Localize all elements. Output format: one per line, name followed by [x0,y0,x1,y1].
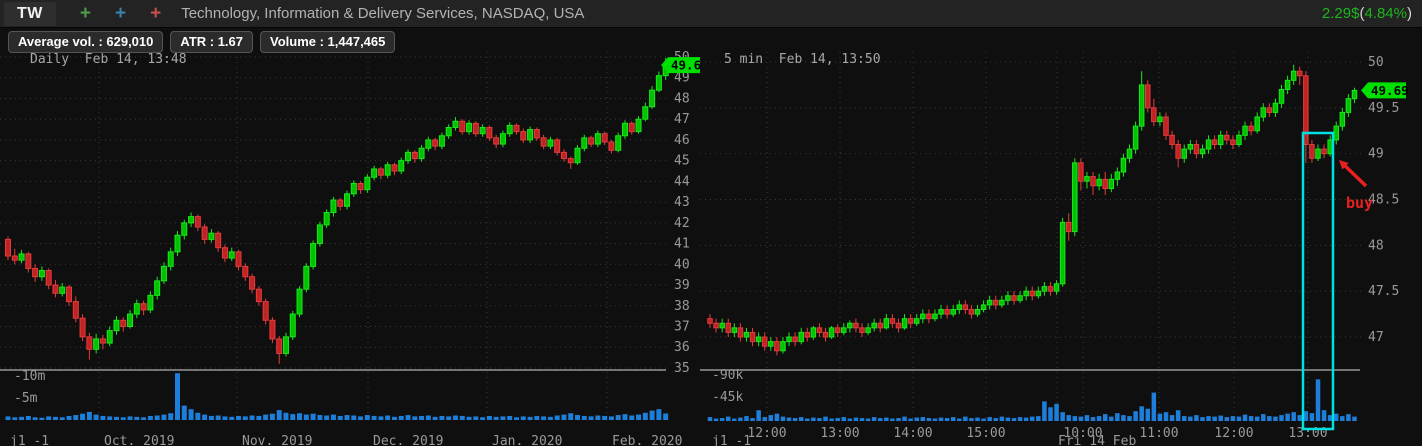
change-amount: 2.29$ [1321,5,1360,22]
svg-text:38: 38 [674,299,690,314]
svg-text:49: 49 [1368,147,1384,162]
svg-text:Oct. 2019: Oct. 2019 [104,434,174,446]
svg-text:-5m: -5m [14,391,38,406]
svg-text:j1 -1: j1 -1 [10,434,49,446]
header-bar: TW + + + Technology, Information & Deliv… [0,0,1422,28]
buy-arrow [1342,163,1368,188]
volume-bars-layer [5,373,669,420]
svg-text:Feb. 2020: Feb. 2020 [612,434,682,446]
svg-text:-90k: -90k [712,368,743,383]
svg-text:14:00: 14:00 [893,426,932,441]
grid-layer [0,52,668,418]
add-green-plus-icon[interactable]: + [80,4,91,23]
add-red-plus-icon[interactable]: + [150,4,161,23]
svg-text:12:00: 12:00 [747,426,786,441]
svg-text:50: 50 [1368,55,1384,70]
annotations-layer: buy [1301,131,1373,431]
svg-text:44: 44 [674,174,690,189]
svg-text:45: 45 [674,154,690,169]
svg-text:48: 48 [674,91,690,106]
svg-text:11:00: 11:00 [1139,426,1178,441]
buy-label: buy [1346,194,1373,212]
candles-layer [707,64,1358,356]
svg-text:Nov. 2019: Nov. 2019 [242,434,312,446]
change-percent: 4.84% [1364,5,1407,22]
chart-corner-label: 5 min Feb 14, 13:50 [724,52,881,67]
svg-text:Fri 14 Feb: Fri 14 Feb [1058,434,1136,446]
svg-text:46: 46 [674,133,690,148]
svg-text:49.5: 49.5 [1368,101,1399,116]
chart-corner-label: Daily Feb 14, 13:48 [30,52,187,67]
svg-text:40: 40 [674,257,690,272]
svg-text:39: 39 [674,278,690,293]
price-axis: 50494847464544434241403938373635-10m-5m [14,50,690,406]
last-price-tag: 49.69 [1361,82,1409,99]
svg-text:j1 -1: j1 -1 [712,434,751,446]
instrument-title: Technology, Information & Delivery Servi… [181,5,585,22]
svg-text:37: 37 [674,319,690,334]
svg-text:Jan. 2020: Jan. 2020 [492,434,562,446]
svg-text:47: 47 [1368,330,1384,345]
time-axis: Oct. 2019 Nov. 2019 Dec. 2019 Jan. 2020 Feb.… [10,434,682,446]
svg-text:36: 36 [674,340,690,355]
svg-text:47: 47 [674,112,690,127]
last-price-tag: 49.61 [661,57,700,74]
svg-text:-10m: -10m [14,369,45,384]
grid-layer [700,52,1362,418]
average-volume-badge: Average vol. : 629,010 [8,31,164,53]
svg-text:49.61: 49.61 [671,58,700,73]
svg-text:49.69: 49.69 [1371,83,1409,98]
stats-bar: Average vol. : 629,010 ATR : 1.67 Volume… [8,31,396,53]
daily-chart[interactable]: 50494847464544434241403938373635-10m-5mO… [0,28,700,446]
add-blue-plus-icon[interactable]: + [115,4,126,23]
volume-badge: Volume : 1,447,465 [260,31,396,53]
time-axis: 12:00 13:00 14:00 15:00 10:00 11:00 12:00 13:00… [712,426,1328,446]
svg-text:43: 43 [674,195,690,210]
candles-layer [5,58,669,364]
svg-text:15:00: 15:00 [966,426,1005,441]
svg-text:-45k: -45k [712,390,743,405]
svg-text:Dec. 2019: Dec. 2019 [373,434,443,446]
svg-text:41: 41 [674,237,690,252]
svg-text:13:00: 13:00 [820,426,859,441]
svg-text:35: 35 [674,361,690,376]
svg-text:48: 48 [1368,238,1384,253]
ticker-symbol[interactable]: TW [4,1,56,26]
price-change: 2.29$(4.84%) [1321,5,1412,22]
svg-text:42: 42 [674,216,690,231]
five-minute-chart[interactable]: 5049.54948.54847.547-90k-45k12:00 13:00 14… [700,28,1422,446]
volume-bars-layer [707,379,1357,421]
atr-badge: ATR : 1.67 [170,31,253,53]
svg-text:47.5: 47.5 [1368,284,1399,299]
svg-text:12:00: 12:00 [1214,426,1253,441]
